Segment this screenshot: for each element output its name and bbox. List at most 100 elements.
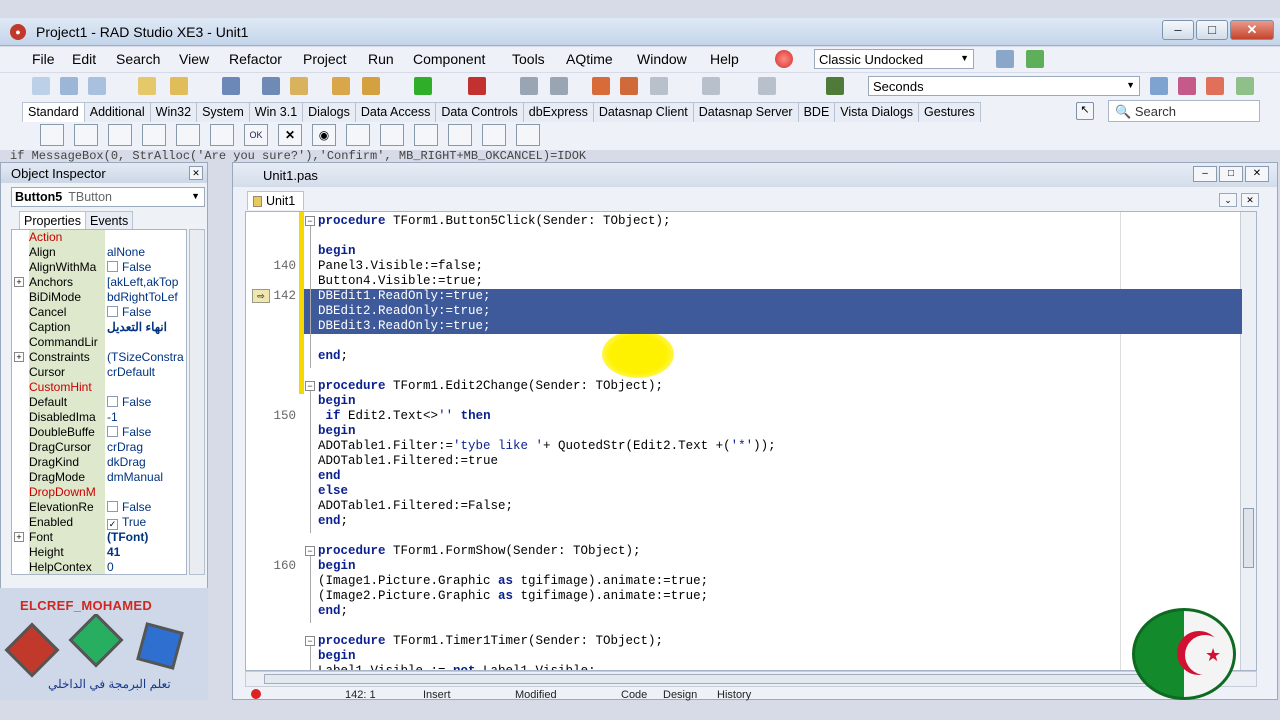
tab-win31[interactable]: Win 3.1 <box>248 102 304 122</box>
menu-edit[interactable]: Edit <box>72 51 96 67</box>
tmainmenu-icon[interactable] <box>74 124 98 146</box>
expand-icon[interactable]: + <box>14 277 24 287</box>
property-row[interactable]: + Anchors [akLeft,akTop <box>12 275 186 290</box>
property-value[interactable]: -1 <box>105 410 186 425</box>
property-row[interactable]: CommandLir <box>12 335 186 350</box>
aqtime-options-icon[interactable] <box>1178 77 1196 95</box>
property-row[interactable]: Action <box>12 230 186 245</box>
close-icon[interactable]: ✕ <box>189 166 203 180</box>
menu-view[interactable]: View <box>179 51 209 67</box>
property-value[interactable]: 0 <box>105 560 186 574</box>
property-value[interactable]: bdRightToLef <box>105 290 186 305</box>
property-row[interactable]: Height 41 <box>12 545 186 560</box>
trace-into-icon[interactable] <box>592 77 610 95</box>
maximize-button[interactable]: □ <box>1196 20 1228 40</box>
close-tab-icon[interactable]: ✕ <box>1241 193 1259 207</box>
property-row[interactable]: DragCursor crDrag <box>12 440 186 455</box>
property-row[interactable]: DragKind dkDrag <box>12 455 186 470</box>
tab-history[interactable]: History <box>717 689 751 701</box>
tab-standard[interactable]: Standard <box>22 102 85 122</box>
tcombobox-icon[interactable] <box>380 124 404 146</box>
help-online-icon[interactable] <box>775 50 793 68</box>
units-combo[interactable]: Seconds ▼ <box>868 76 1140 96</box>
fold-toggle-icon[interactable]: − <box>305 381 315 391</box>
tab-code[interactable]: Code <box>621 689 647 701</box>
back-icon[interactable] <box>702 77 720 95</box>
property-row[interactable]: Cursor crDefault <box>12 365 186 380</box>
tab-additional[interactable]: Additional <box>83 102 151 122</box>
property-value[interactable]: [akLeft,akTop <box>105 275 186 290</box>
expand-icon[interactable]: + <box>14 352 24 362</box>
property-value[interactable]: crDrag <box>105 440 186 455</box>
property-value[interactable]: False <box>105 500 186 515</box>
checkbox[interactable] <box>107 501 118 512</box>
desktop-layout-combo[interactable]: Classic Undocked ▼ <box>814 49 974 69</box>
tframes-icon[interactable] <box>40 124 64 146</box>
close-file-icon[interactable] <box>290 77 308 95</box>
tab-vista-dialogs[interactable]: Vista Dialogs <box>834 102 920 122</box>
property-row[interactable]: DisabledIma -1 <box>12 410 186 425</box>
property-value[interactable]: False <box>105 425 186 440</box>
menu-refactor[interactable]: Refactor <box>229 51 282 67</box>
stop-icon[interactable] <box>550 77 568 95</box>
minimize-button[interactable]: – <box>1162 20 1194 40</box>
checkbox[interactable]: ✓ <box>107 519 118 530</box>
checkbox[interactable] <box>107 426 118 437</box>
property-row[interactable]: DoubleBuffe False <box>12 425 186 440</box>
tlabel-icon[interactable] <box>142 124 166 146</box>
save-icon[interactable] <box>222 77 240 95</box>
property-row[interactable]: DragMode dmManual <box>12 470 186 485</box>
fold-toggle-icon[interactable]: − <box>305 636 315 646</box>
tlistbox-icon[interactable] <box>346 124 370 146</box>
pause-icon[interactable] <box>520 77 538 95</box>
tab-events[interactable]: Events <box>84 211 134 230</box>
code-area[interactable]: − procedure TForm1.Button5Click(Sender: T… <box>245 211 1257 671</box>
aqtime-areas-icon[interactable] <box>1236 77 1254 95</box>
scroll-thumb[interactable] <box>264 674 1154 684</box>
property-value[interactable]: (TSizeConstra <box>105 350 186 365</box>
tcheckbox-icon[interactable]: ✕ <box>278 124 302 146</box>
open-project-icon[interactable] <box>170 77 188 95</box>
menu-file[interactable]: File <box>32 51 55 67</box>
property-row[interactable]: CustomHint <box>12 380 186 395</box>
property-value[interactable]: False <box>105 305 186 320</box>
tscrollbar-icon[interactable] <box>414 124 438 146</box>
property-value[interactable]: False <box>105 260 186 275</box>
breakpoint-icon[interactable] <box>251 689 261 699</box>
property-value[interactable]: انهاء التعديل <box>105 320 186 335</box>
scroll-thumb[interactable] <box>1243 508 1254 568</box>
tab-unit1[interactable]: Unit1 <box>247 191 305 210</box>
property-row[interactable]: HelpContex 0 <box>12 560 186 574</box>
property-value[interactable]: crDefault <box>105 365 186 380</box>
editor-vertical-scrollbar[interactable] <box>1240 212 1256 670</box>
property-value[interactable]: dkDrag <box>105 455 186 470</box>
property-value[interactable]: False <box>105 395 186 410</box>
property-row[interactable]: + Font (TFont) <box>12 530 186 545</box>
tedit-icon[interactable] <box>176 124 200 146</box>
save-all-icon[interactable] <box>262 77 280 95</box>
property-value[interactable]: 41 <box>105 545 186 560</box>
property-row[interactable]: + Constraints (TSizeConstra <box>12 350 186 365</box>
tab-bde[interactable]: BDE <box>797 102 836 122</box>
aqtime-setup-icon[interactable] <box>1206 77 1224 95</box>
menu-project[interactable]: Project <box>303 51 347 67</box>
fold-toggle-icon[interactable]: − <box>305 216 315 226</box>
tab-data-controls[interactable]: Data Controls <box>435 102 524 122</box>
pointer-icon[interactable]: ↖ <box>1076 102 1094 120</box>
menu-component[interactable]: Component <box>413 51 485 67</box>
menu-window[interactable]: Window <box>637 51 687 67</box>
tab-design[interactable]: Design <box>663 689 697 701</box>
tab-data-access[interactable]: Data Access <box>354 102 437 122</box>
tab-gestures[interactable]: Gestures <box>918 102 981 122</box>
property-value[interactable]: alNone <box>105 245 186 260</box>
property-row[interactable]: Cancel False <box>12 305 186 320</box>
property-grid-scrollbar[interactable] <box>189 229 205 575</box>
add-file-icon[interactable] <box>332 77 350 95</box>
tab-datasnap-client[interactable]: Datasnap Client <box>592 102 694 122</box>
menu-search[interactable]: Search <box>116 51 160 67</box>
tab-dbexpress[interactable]: dbExpress <box>522 102 594 122</box>
tpanel-icon[interactable] <box>516 124 540 146</box>
tab-win32[interactable]: Win32 <box>149 102 198 122</box>
run-icon[interactable] <box>414 77 432 95</box>
property-row[interactable]: Enabled ✓ True <box>12 515 186 530</box>
